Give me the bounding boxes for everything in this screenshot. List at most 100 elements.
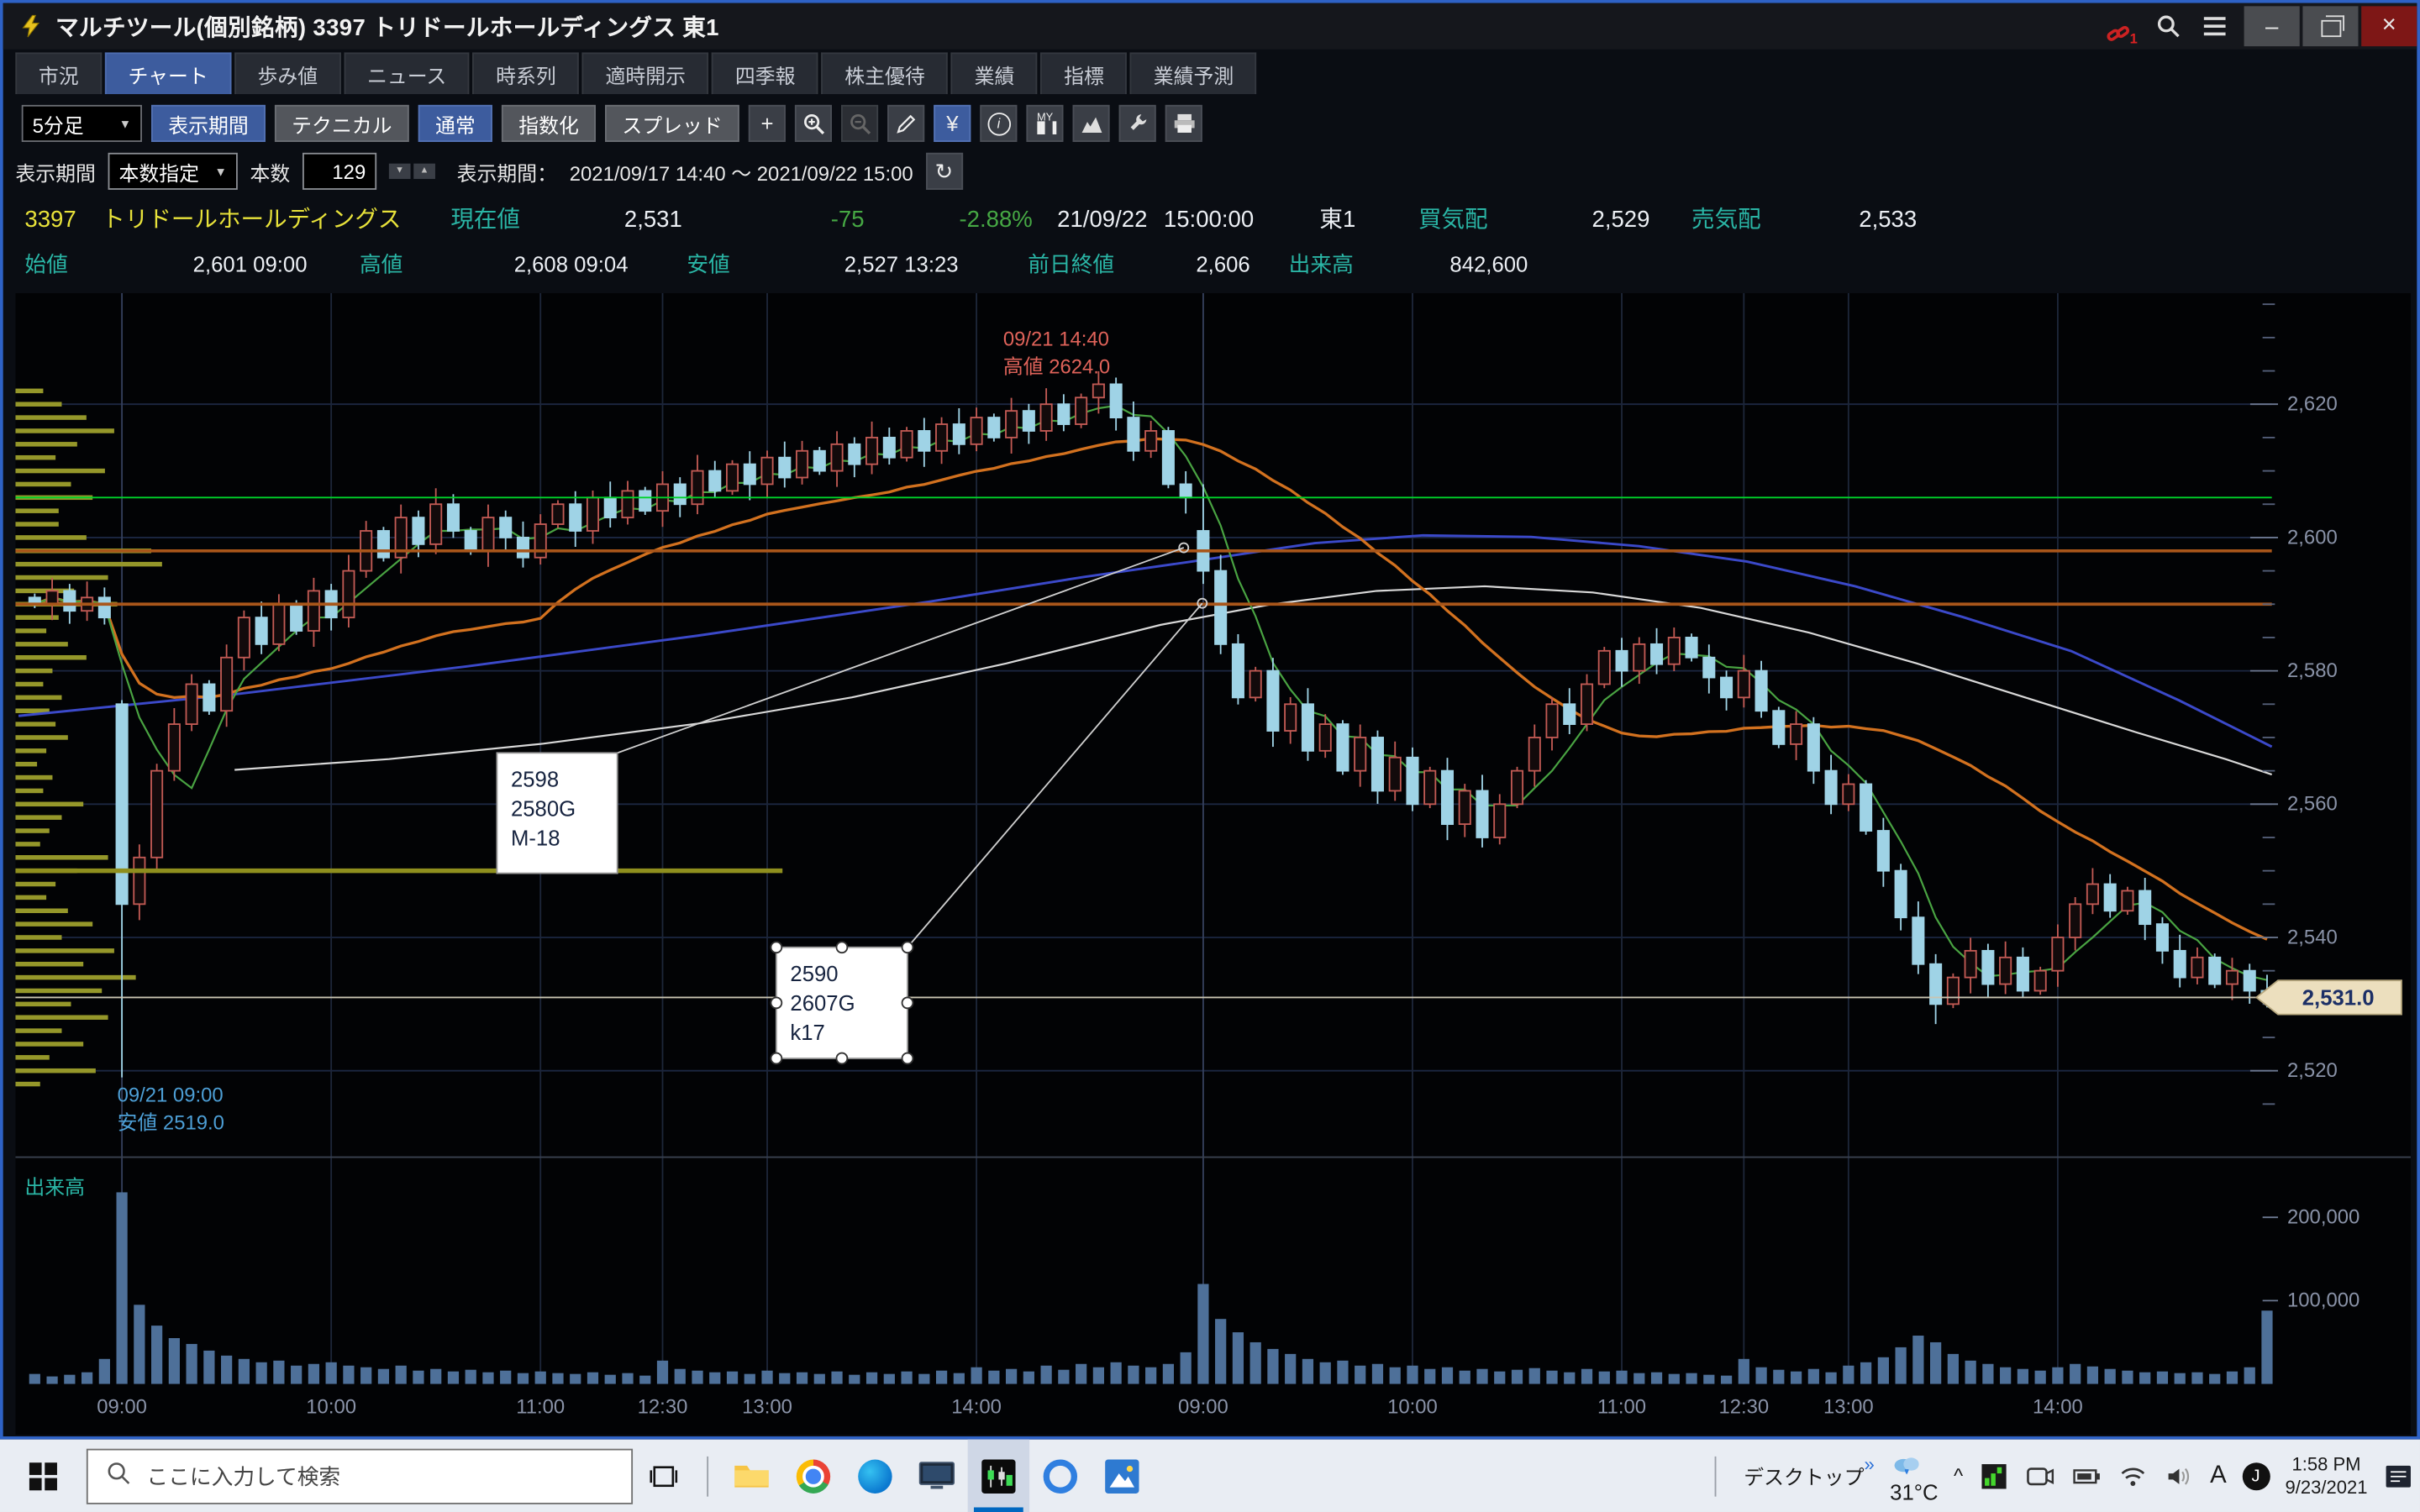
selection-handle[interactable] <box>902 942 913 953</box>
tab-ayumine[interactable]: 歩み値 <box>234 52 341 94</box>
ime-mode-icon[interactable]: A <box>2210 1462 2227 1489</box>
count-input[interactable]: 129 <box>302 153 376 190</box>
tab-disclosure[interactable]: 適時開示 <box>582 52 709 94</box>
volume-bar <box>273 1361 284 1384</box>
zoom-in-icon[interactable] <box>795 105 832 142</box>
volume-bar <box>988 1371 999 1384</box>
menu-icon[interactable] <box>2195 6 2235 46</box>
minimize-button[interactable]: – <box>2244 6 2300 46</box>
weather-widget[interactable]: 31°C <box>1890 1448 1938 1504</box>
volume-bar <box>1634 1373 1644 1384</box>
wrench-icon[interactable] <box>1119 105 1156 142</box>
selection-handle[interactable] <box>837 942 848 953</box>
selection-handle[interactable] <box>771 942 781 953</box>
close-button[interactable]: × <box>2361 6 2417 46</box>
hidden-icons-chevron[interactable]: ^ <box>1954 1464 1963 1488</box>
selection-handle[interactable] <box>837 1053 848 1064</box>
link-icon[interactable]: 1 <box>2102 6 2143 46</box>
price-axis-label: 2,600 <box>2287 526 2338 549</box>
restore-icon <box>2321 20 2341 37</box>
time-axis-label: 13:00 <box>742 1395 792 1418</box>
tray-chart-icon[interactable] <box>1979 1460 2010 1491</box>
photos-icon[interactable] <box>1092 1440 1153 1512</box>
tab-news[interactable]: ニュース <box>344 52 469 94</box>
callout-text: 2598 <box>511 769 559 792</box>
volume-bar <box>1581 1369 1592 1384</box>
taskbar-clock[interactable]: 1:58 PM9/23/2021 <box>2285 1452 2367 1499</box>
technical-button[interactable]: テクニカル <box>275 105 409 142</box>
my-indicator-icon[interactable]: MY▐▌▐ <box>1027 105 1064 142</box>
spread-button[interactable]: スプレッド <box>605 105 739 142</box>
display-period-button[interactable]: 表示期間 <box>151 105 266 142</box>
candle-body <box>1791 724 1802 744</box>
task-view-button[interactable] <box>633 1440 694 1512</box>
selection-handle[interactable] <box>771 997 781 1008</box>
pencil-icon[interactable] <box>887 105 924 142</box>
step-down-icon[interactable]: ▼ <box>389 164 411 179</box>
area-chart-icon[interactable] <box>1073 105 1110 142</box>
selection-handle[interactable] <box>902 997 913 1008</box>
price-chart[interactable]: 出来高200,000100,00009:0010:0011:0012:3013:… <box>15 293 2411 1435</box>
time-axis-label: 13:00 <box>1823 1395 1874 1418</box>
volume-bar <box>1791 1372 1802 1384</box>
volume-profile-bar <box>15 815 61 820</box>
tray-volume-icon[interactable] <box>2164 1460 2195 1491</box>
step-up-icon[interactable]: ▲ <box>413 164 435 179</box>
indexing-button[interactable]: 指数化 <box>502 105 596 142</box>
volume-axis-label: 200,000 <box>2287 1206 2360 1229</box>
blue-ring-app-icon[interactable] <box>1029 1440 1091 1512</box>
volume-bar <box>1372 1364 1383 1384</box>
candle-body <box>901 431 912 458</box>
tab-timeseries[interactable]: 時系列 <box>473 52 580 94</box>
volume-profile-bar <box>15 762 37 767</box>
file-explorer-icon[interactable] <box>721 1440 782 1512</box>
candle-body <box>116 704 127 904</box>
selection-handle[interactable] <box>771 1053 781 1064</box>
tab-forecast[interactable]: 業績予測 <box>1130 52 1257 94</box>
tab-shikiho[interactable]: 四季報 <box>712 52 818 94</box>
volume-bar <box>1355 1366 1365 1384</box>
volume-bar <box>675 1369 686 1384</box>
volume-bar <box>1023 1372 1034 1384</box>
quote-date: 21/09/22 <box>1057 201 1147 241</box>
crosshair-icon[interactable]: + <box>749 105 786 142</box>
tray-battery-icon[interactable] <box>2071 1460 2102 1491</box>
edge-icon[interactable] <box>844 1440 906 1512</box>
ime-lang-icon[interactable]: J <box>2242 1462 2270 1489</box>
desktop-toolbar[interactable]: デスクトップ» <box>1744 1461 1875 1490</box>
volume-bar <box>1755 1368 1766 1384</box>
tab-market[interactable]: 市況 <box>15 52 102 94</box>
notification-center-icon[interactable] <box>2383 1460 2414 1491</box>
volume-bar <box>221 1356 232 1384</box>
tray-wifi-icon[interactable] <box>2118 1460 2149 1491</box>
tab-yutai[interactable]: 株主優待 <box>822 52 949 94</box>
count-stepper[interactable]: ▼▲ <box>389 164 435 179</box>
tray-camera-icon[interactable] <box>2025 1460 2056 1491</box>
tab-chart[interactable]: チャート <box>105 52 231 94</box>
chrome-icon[interactable] <box>782 1440 844 1512</box>
restore-button[interactable] <box>2302 6 2358 46</box>
volume-bar <box>2052 1368 2063 1384</box>
period-mode-dropdown[interactable]: 本数指定▼ <box>108 153 238 190</box>
tab-gyoseki[interactable]: 業績 <box>951 52 1038 94</box>
start-button[interactable] <box>0 1440 61 1512</box>
selection-handle[interactable] <box>902 1053 913 1064</box>
taskbar-search[interactable]: ここに入力して検索 <box>87 1448 633 1504</box>
interval-dropdown[interactable]: 5分足▼ <box>22 105 142 142</box>
tab-shihyo[interactable]: 指標 <box>1041 52 1128 94</box>
candle-body <box>1599 651 1610 685</box>
volume-bar <box>831 1372 842 1384</box>
yen-icon[interactable]: ¥ <box>934 105 971 142</box>
volume-profile-bar <box>15 522 58 527</box>
normal-button[interactable]: 通常 <box>418 105 492 142</box>
ask-price: 2,533 <box>1791 201 1918 241</box>
volume-label: 出来高 <box>1289 244 1354 284</box>
reset-range-button[interactable]: ↻ <box>925 153 962 190</box>
remote-desktop-icon[interactable] <box>906 1440 967 1512</box>
info-icon[interactable]: i <box>980 105 1017 142</box>
printer-icon[interactable] <box>1165 105 1202 142</box>
volume-bar <box>482 1373 493 1384</box>
search-icon[interactable] <box>2149 6 2189 46</box>
zoom-out-icon[interactable] <box>841 105 878 142</box>
trading-app-icon[interactable] <box>968 1440 1029 1512</box>
